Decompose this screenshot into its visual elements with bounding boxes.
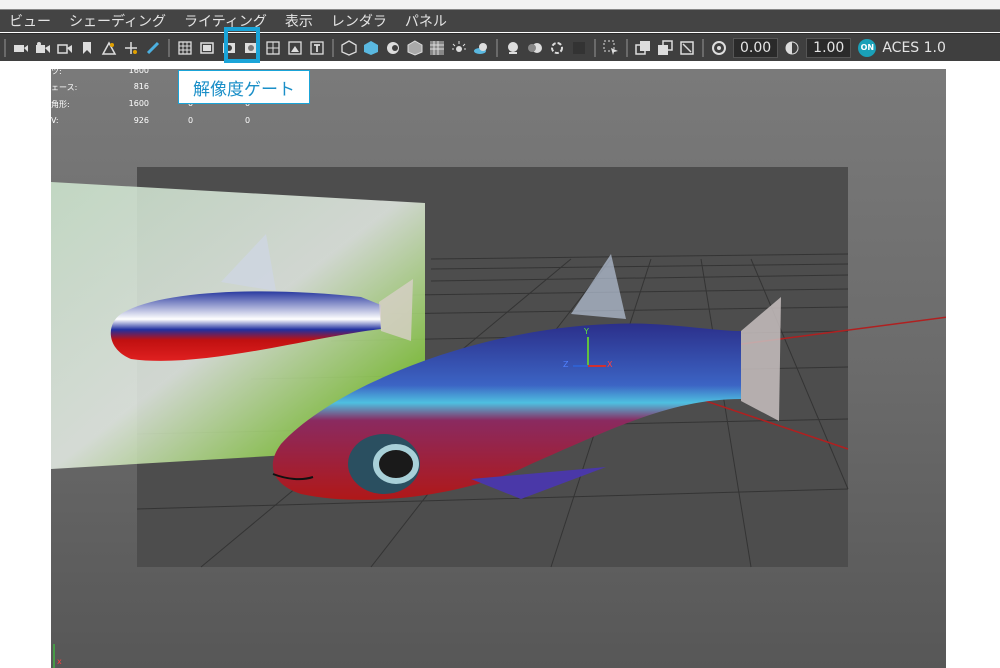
panel-menu-bar: ビュー シェーディング ライティング 表示 レンダラ パネル	[0, 10, 1000, 32]
y-axis-label: Y	[584, 327, 589, 336]
wireframe-on-shaded-icon[interactable]	[405, 38, 425, 58]
color-space-label[interactable]: ACES 1.0	[882, 40, 946, 56]
hud-row: V: 926 0 0	[51, 116, 251, 125]
film-gate-icon[interactable]	[197, 38, 217, 58]
field-chart-icon[interactable]	[263, 38, 283, 58]
toolbar-separator	[168, 38, 170, 57]
depth-of-field-icon[interactable]	[569, 38, 589, 58]
toolbar-separator	[702, 38, 704, 57]
menu-view[interactable]: ビュー	[9, 11, 51, 31]
default-material-icon[interactable]	[383, 38, 403, 58]
menu-renderer[interactable]: レンダラ	[331, 11, 387, 31]
screen-space-ao-icon[interactable]	[503, 38, 523, 58]
panel-toolbar: 0.00 1.00 ON ACES 1.0	[0, 33, 1000, 61]
x-axis-label: X	[607, 360, 613, 369]
toolbar-separator	[594, 38, 596, 57]
xray-icon[interactable]	[633, 38, 653, 58]
toolbar-separator	[4, 38, 6, 57]
select-camera-icon[interactable]	[11, 38, 31, 58]
bookmark-icon[interactable]	[77, 38, 97, 58]
xray-active-components-icon[interactable]	[655, 38, 675, 58]
toolbar-separator	[626, 38, 628, 57]
menu-shading[interactable]: シェーディング	[69, 11, 166, 31]
view-transform-toggle[interactable]: ON	[858, 38, 877, 57]
exposure-field[interactable]: 0.00	[733, 37, 779, 58]
xray-joints-icon[interactable]	[677, 38, 697, 58]
resolution-gate-highlight	[224, 27, 260, 63]
smooth-shade-icon[interactable]	[361, 38, 381, 58]
z-axis-label: Z	[563, 360, 569, 369]
origin-x-label: x	[57, 657, 62, 666]
menu-panels[interactable]: パネル	[405, 11, 447, 31]
gamma-icon[interactable]	[782, 38, 802, 58]
camera-attributes-icon[interactable]	[33, 38, 53, 58]
menu-show[interactable]: 表示	[285, 11, 313, 31]
textured-icon[interactable]	[427, 38, 447, 58]
safe-action-icon[interactable]	[285, 38, 305, 58]
camera-lock-icon[interactable]	[55, 38, 75, 58]
grease-pencil-icon[interactable]	[143, 38, 163, 58]
window-top-edge	[0, 0, 1000, 10]
isolate-select-icon[interactable]	[601, 38, 621, 58]
image-plane-icon[interactable]	[99, 38, 119, 58]
use-all-lights-icon[interactable]	[449, 38, 469, 58]
wireframe-icon[interactable]	[339, 38, 359, 58]
shadows-icon[interactable]	[471, 38, 491, 58]
safe-title-icon[interactable]	[307, 38, 327, 58]
toolbar-separator	[332, 38, 334, 57]
2d-pan-zoom-icon[interactable]	[121, 38, 141, 58]
exposure-icon[interactable]	[709, 38, 729, 58]
anti-aliasing-icon[interactable]	[547, 38, 567, 58]
tooltip: 解像度ゲート	[178, 70, 310, 104]
grid-icon[interactable]	[175, 38, 195, 58]
viewport-scene	[51, 167, 946, 668]
motion-blur-icon[interactable]	[525, 38, 545, 58]
3d-viewport[interactable]: Y Z X x ツ: 1600 ェース: 816 0 0 角形: 1600 0 …	[51, 69, 946, 668]
gamma-field[interactable]: 1.00	[806, 37, 852, 58]
toolbar-separator	[496, 38, 498, 57]
